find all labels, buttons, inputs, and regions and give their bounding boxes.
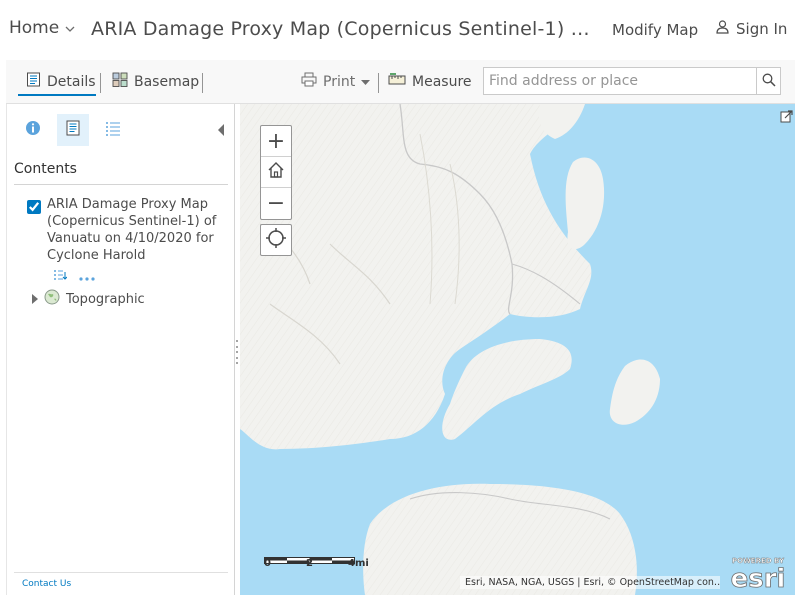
home-menu-button[interactable]: Home — [9, 18, 75, 38]
layer-visibility-checkbox[interactable] — [27, 200, 41, 214]
search-input[interactable] — [484, 68, 756, 94]
toolbar-divider — [100, 73, 101, 93]
toolbar-divider — [378, 73, 379, 93]
active-tab-indicator — [18, 94, 96, 96]
home-extent-button[interactable] — [261, 157, 291, 188]
zoom-out-button[interactable]: − — [261, 188, 291, 219]
details-icon — [26, 72, 41, 91]
toolbar-divider — [202, 73, 203, 93]
home-icon — [267, 160, 285, 185]
layer-title[interactable]: ARIA Damage Proxy Map (Copernicus Sentin… — [47, 196, 227, 264]
scale-label: 2 — [306, 558, 313, 569]
search-box — [483, 67, 781, 95]
crosshair-icon — [266, 228, 286, 252]
layer-actions — [53, 266, 95, 285]
legend-tab[interactable] — [97, 114, 129, 146]
expand-map-icon[interactable] — [780, 108, 793, 127]
divider — [14, 184, 228, 185]
legend-list-icon — [105, 120, 121, 140]
info-icon — [25, 120, 41, 140]
app-header: Home ARIA Damage Proxy Map (Copernicus S… — [0, 0, 800, 60]
panel-resize-handle[interactable] — [235, 340, 239, 364]
sign-in-button[interactable]: Sign In — [716, 20, 787, 38]
details-panel: Contents ARIA Damage Proxy Map (Copernic… — [6, 104, 235, 595]
print-label: Print — [323, 73, 356, 90]
user-icon — [716, 20, 729, 38]
measure-button[interactable]: Measure — [388, 72, 472, 91]
basemap-layer-item: Topographic — [32, 289, 145, 309]
more-options-icon[interactable] — [79, 266, 95, 285]
scale-label: 0 — [264, 558, 271, 569]
zoom-in-button[interactable]: + — [261, 126, 291, 157]
show-legend-icon[interactable] — [53, 266, 68, 285]
modify-map-button[interactable]: Modify Map — [612, 21, 698, 39]
map-attribution[interactable]: Esri, NASA, NGA, USGS | Esri, © OpenStre… — [460, 576, 720, 589]
content-tab[interactable] — [57, 114, 89, 146]
locate-button[interactable] — [260, 224, 292, 256]
about-tab[interactable] — [17, 114, 49, 146]
logo-wordmark: esri — [731, 564, 786, 591]
details-tab[interactable]: Details — [26, 72, 96, 91]
details-label: Details — [47, 73, 96, 90]
divider — [14, 572, 228, 573]
esri-logo[interactable]: POWERED BY esri — [726, 555, 790, 595]
contact-us-link[interactable]: Contact Us — [22, 579, 71, 589]
search-icon — [762, 72, 776, 91]
content-list-icon — [65, 120, 81, 140]
basemap-canvas — [240, 104, 660, 595]
chevron-down-icon — [65, 24, 75, 35]
expand-triangle-icon[interactable] — [32, 294, 38, 304]
map-title: ARIA Damage Proxy Map (Copernicus Sentin… — [91, 18, 590, 40]
caret-down-icon — [361, 74, 371, 90]
panel-tab-bar — [7, 114, 236, 146]
search-button[interactable] — [756, 68, 780, 94]
contents-heading: Contents — [14, 161, 77, 177]
printer-icon — [301, 72, 317, 91]
zoom-controls: + − — [260, 125, 292, 220]
basemap-label: Basemap — [134, 73, 200, 90]
toolbar: Details Basemap Print Measure — [6, 60, 795, 104]
collapse-panel-icon[interactable] — [217, 122, 225, 141]
scale-label: 4mi — [348, 558, 369, 569]
map-view[interactable]: + − 0 2 4mi Esri, NASA, NGA, USGS | Esri… — [240, 104, 795, 595]
home-label: Home — [9, 18, 60, 38]
sign-in-label: Sign In — [736, 20, 788, 38]
basemap-grid-icon — [112, 72, 128, 91]
basemap-layer-title[interactable]: Topographic — [66, 292, 145, 307]
globe-icon — [44, 289, 60, 309]
measure-ruler-icon — [388, 72, 406, 91]
measure-label: Measure — [412, 73, 472, 90]
print-button[interactable]: Print — [301, 72, 371, 91]
basemap-button[interactable]: Basemap — [112, 72, 199, 91]
